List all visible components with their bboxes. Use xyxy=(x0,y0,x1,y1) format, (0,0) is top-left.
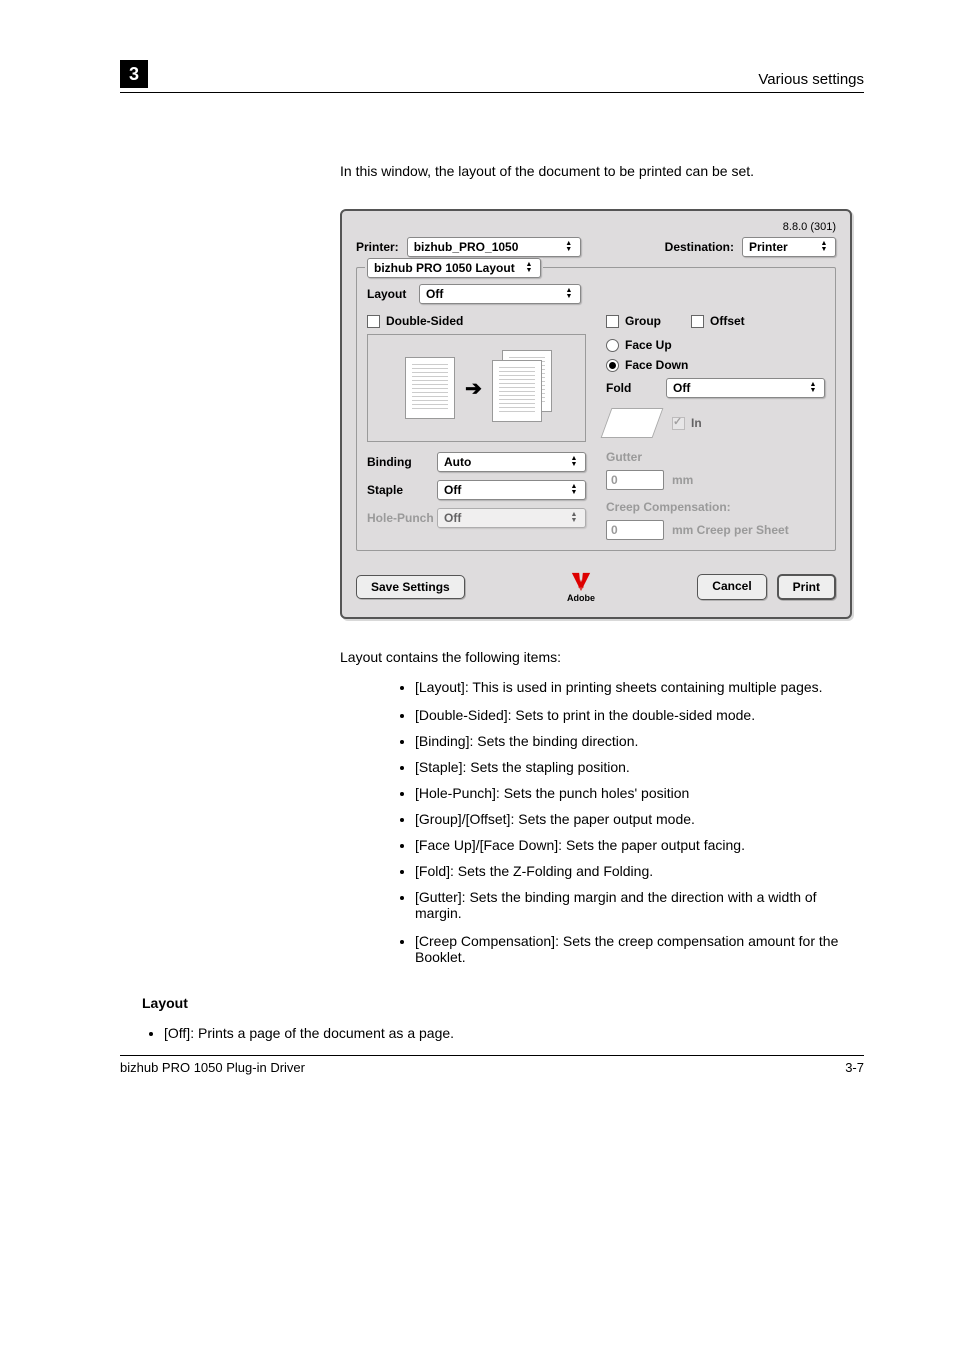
page-footer: bizhub PRO 1050 Plug-in Driver 3-7 xyxy=(120,1055,864,1075)
double-sided-checkbox[interactable]: Double-Sided xyxy=(367,314,586,328)
layout-preview: ➔ xyxy=(367,334,586,442)
list-item: [Creep Compensation]: Sets the creep com… xyxy=(415,933,864,965)
staple-select[interactable]: Off ▲▼ xyxy=(437,480,586,500)
checkbox-icon xyxy=(367,315,380,328)
detail-title: Layout xyxy=(142,995,864,1011)
updown-icon: ▲▼ xyxy=(524,262,534,274)
list-item: [Gutter]: Sets the binding margin and th… xyxy=(415,889,864,921)
face-down-label: Face Down xyxy=(625,358,688,372)
layout-select[interactable]: Off ▲▼ xyxy=(419,284,581,304)
list-item: [Binding]: Sets the binding direction. xyxy=(415,733,864,749)
list-item: [Double-Sided]: Sets to print in the dou… xyxy=(415,707,864,723)
creep-input: 0 xyxy=(606,520,664,540)
updown-icon: ▲▼ xyxy=(819,241,829,253)
footer-right: 3-7 xyxy=(845,1060,864,1075)
fold-preview xyxy=(601,408,664,438)
list-item: [Fold]: Sets the Z-Folding and Folding. xyxy=(415,863,864,879)
double-sided-label: Double-Sided xyxy=(386,314,463,328)
chapter-number: 3 xyxy=(120,60,148,88)
detail-item: [Off]: Prints a page of the document as … xyxy=(164,1025,864,1041)
holepunch-select: Off ▲▼ xyxy=(437,508,586,528)
cancel-button[interactable]: Cancel xyxy=(697,574,766,600)
list-item: [Layout]: This is used in printing sheet… xyxy=(415,679,864,695)
panel-select[interactable]: bizhub PRO 1050 Layout ▲▼ xyxy=(367,258,541,278)
radio-icon xyxy=(606,359,619,372)
offset-checkbox[interactable]: Offset xyxy=(691,314,745,328)
footer-left: bizhub PRO 1050 Plug-in Driver xyxy=(120,1060,305,1075)
list-item: [Staple]: Sets the stapling position. xyxy=(415,759,864,775)
destination-select[interactable]: Printer ▲▼ xyxy=(742,237,836,257)
version-label: 8.8.0 (301) xyxy=(356,221,836,233)
panel-select-value: bizhub PRO 1050 Layout xyxy=(374,261,515,275)
layout-label: Layout xyxy=(367,287,419,301)
preview-page-front-2 xyxy=(492,360,542,422)
feature-list: [Layout]: This is used in printing sheet… xyxy=(415,679,864,965)
face-down-radio[interactable]: Face Down xyxy=(606,358,825,372)
destination-select-value: Printer xyxy=(749,240,788,254)
updown-icon: ▲▼ xyxy=(808,382,818,394)
preview-page-front xyxy=(405,357,455,419)
radio-icon xyxy=(606,339,619,352)
holepunch-label: Hole-Punch xyxy=(367,511,437,525)
gutter-unit: mm xyxy=(672,473,693,487)
list-item: [Face Up]/[Face Down]: Sets the paper ou… xyxy=(415,837,864,853)
binding-label: Binding xyxy=(367,455,437,469)
adobe-label: Adobe xyxy=(567,593,595,603)
fold-select-value: Off xyxy=(673,381,690,395)
binding-select-value: Auto xyxy=(444,455,471,469)
in-checkbox: In xyxy=(672,416,702,430)
print-button[interactable]: Print xyxy=(777,574,836,600)
gutter-label: Gutter xyxy=(606,450,825,464)
adobe-logo: Adobe xyxy=(567,571,595,603)
face-up-radio[interactable]: Face Up xyxy=(606,338,825,352)
post-text: Layout contains the following items: xyxy=(340,649,864,665)
gutter-input: 0 xyxy=(606,470,664,490)
printer-label: Printer: xyxy=(356,240,399,254)
list-item: [Group]/[Offset]: Sets the paper output … xyxy=(415,811,864,827)
layout-fieldset: bizhub PRO 1050 Layout ▲▼ Layout Off ▲▼ … xyxy=(356,267,836,551)
offset-label: Offset xyxy=(710,314,745,328)
printer-select-value: bizhub_PRO_1050 xyxy=(414,240,519,254)
face-up-label: Face Up xyxy=(625,338,672,352)
creep-label: Creep Compensation: xyxy=(606,500,825,514)
updown-icon: ▲▼ xyxy=(569,456,579,468)
intro-text: In this window, the layout of the docume… xyxy=(340,163,864,179)
destination-label: Destination: xyxy=(665,240,734,254)
checkbox-icon xyxy=(672,417,685,430)
group-label: Group xyxy=(625,314,661,328)
staple-select-value: Off xyxy=(444,483,461,497)
updown-icon: ▲▼ xyxy=(569,484,579,496)
checkbox-icon xyxy=(691,315,704,328)
header-title: Various settings xyxy=(758,71,864,88)
group-checkbox[interactable]: Group xyxy=(606,314,661,328)
fold-select[interactable]: Off ▲▼ xyxy=(666,378,825,398)
fold-label: Fold xyxy=(606,381,654,395)
updown-icon: ▲▼ xyxy=(564,288,574,300)
binding-select[interactable]: Auto ▲▼ xyxy=(437,452,586,472)
print-dialog: 8.8.0 (301) Printer: bizhub_PRO_1050 ▲▼ … xyxy=(340,209,852,619)
save-settings-button[interactable]: Save Settings xyxy=(356,575,465,599)
holepunch-select-value: Off xyxy=(444,511,461,525)
arrow-right-icon: ➔ xyxy=(465,376,482,401)
page-header: 3 Various settings xyxy=(120,60,864,93)
list-item: [Hole-Punch]: Sets the punch holes' posi… xyxy=(415,785,864,801)
in-label: In xyxy=(691,416,702,430)
layout-select-value: Off xyxy=(426,287,443,301)
printer-select[interactable]: bizhub_PRO_1050 ▲▼ xyxy=(407,237,581,257)
checkbox-icon xyxy=(606,315,619,328)
updown-icon: ▲▼ xyxy=(569,512,579,524)
updown-icon: ▲▼ xyxy=(564,241,574,253)
staple-label: Staple xyxy=(367,483,437,497)
creep-unit: mm Creep per Sheet xyxy=(672,523,789,537)
